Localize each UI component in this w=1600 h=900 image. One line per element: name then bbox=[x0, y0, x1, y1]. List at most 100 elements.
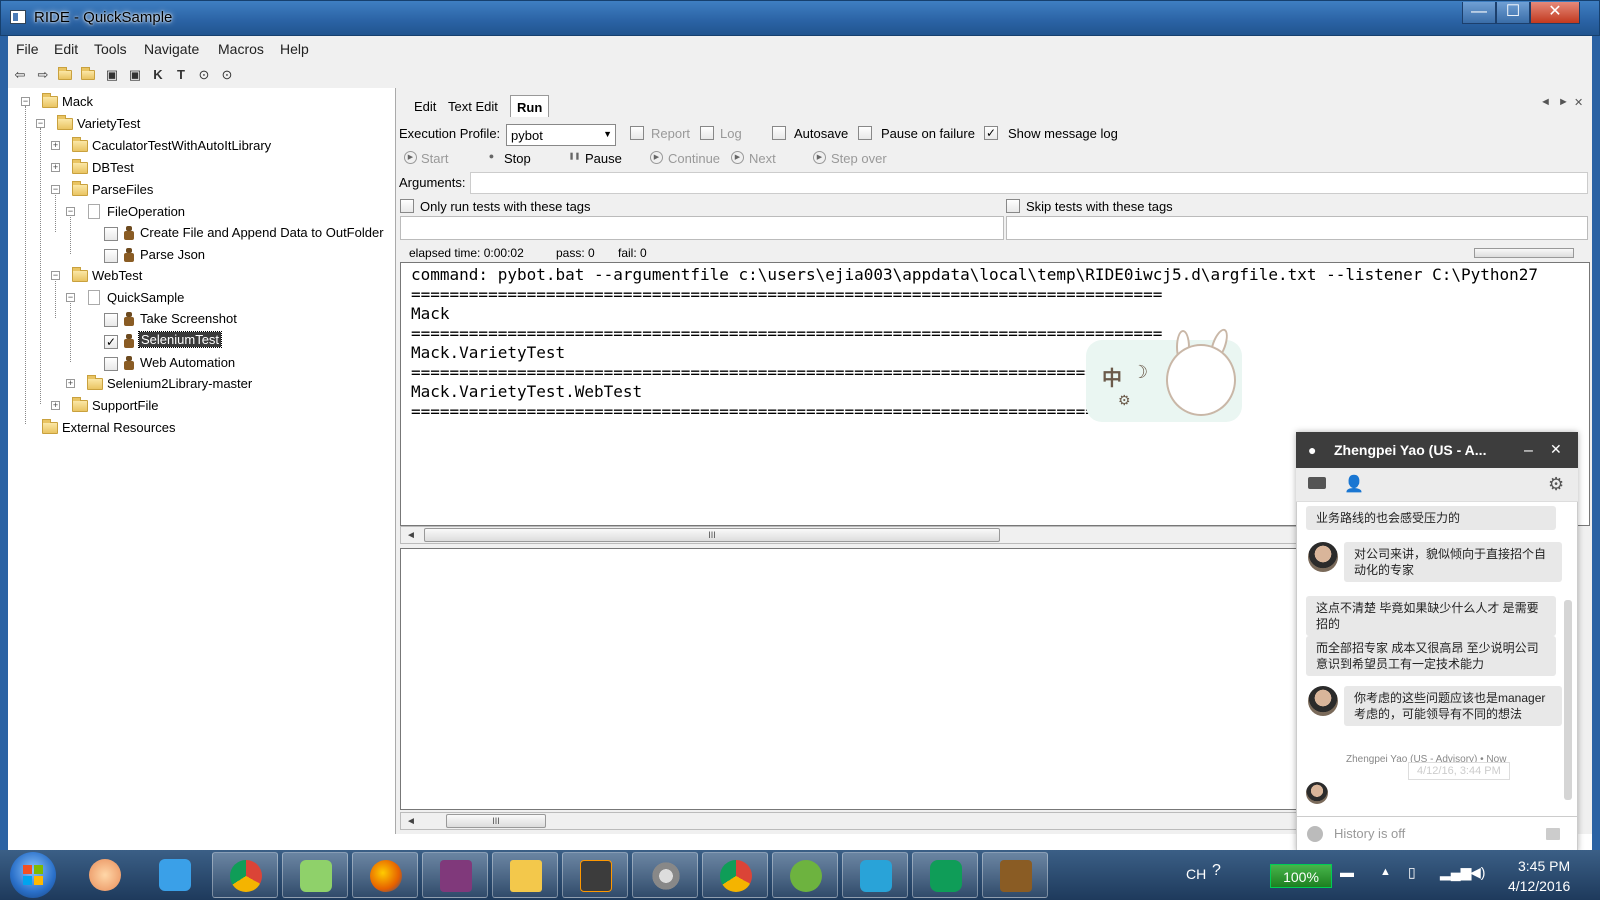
test-checkbox-create-file[interactable] bbox=[104, 227, 118, 241]
tree-node-selenium2library[interactable]: Selenium2Library-master bbox=[107, 376, 252, 391]
tree-node-fileoperation[interactable]: FileOperation bbox=[107, 204, 185, 219]
pause-on-failure-checkbox[interactable] bbox=[858, 126, 872, 140]
scroll-left-icon[interactable]: ◄ bbox=[406, 816, 416, 827]
taskbar-flower-app[interactable] bbox=[72, 852, 138, 898]
device-icon[interactable]: ▯ bbox=[1408, 864, 1416, 881]
chat-scrollbar[interactable] bbox=[1564, 600, 1572, 800]
tab-next-icon[interactable]: ► bbox=[1558, 96, 1569, 108]
test-checkbox-seleniumtest[interactable]: ✓ bbox=[104, 335, 118, 349]
taskbar-settings[interactable] bbox=[632, 852, 698, 898]
taskbar-network[interactable] bbox=[842, 852, 908, 898]
execution-profile-select[interactable]: pybot bbox=[506, 124, 616, 146]
pause-button[interactable]: Pause bbox=[585, 151, 622, 166]
menu-help[interactable]: Help bbox=[280, 41, 309, 57]
taskbar-firefox[interactable] bbox=[352, 852, 418, 898]
show-message-log-checkbox[interactable]: ✓ bbox=[984, 126, 998, 140]
test-checkbox-web-automation[interactable] bbox=[104, 357, 118, 371]
save-all-icon[interactable]: ▣ bbox=[127, 67, 143, 83]
stop-button[interactable]: Stop bbox=[504, 151, 531, 166]
taskbar-onenote[interactable] bbox=[422, 852, 488, 898]
emoji-icon[interactable] bbox=[1307, 826, 1323, 842]
taskbar-keyboard[interactable] bbox=[282, 852, 348, 898]
tree-node-parse-json[interactable]: Parse Json bbox=[140, 247, 205, 262]
help-icon[interactable]: ? bbox=[1212, 862, 1221, 880]
tab-run[interactable]: Run bbox=[510, 95, 550, 117]
tree-node-take-screenshot[interactable]: Take Screenshot bbox=[140, 311, 237, 326]
log-button[interactable]: Log bbox=[720, 126, 742, 141]
tree-node-seleniumtest[interactable]: SeleniumTest bbox=[137, 331, 223, 348]
scroll-left-icon[interactable]: ◄ bbox=[406, 530, 416, 541]
chat-minimize-icon[interactable]: – bbox=[1524, 442, 1533, 460]
exclude-tags-input[interactable] bbox=[1006, 216, 1588, 240]
autosave-checkbox[interactable] bbox=[772, 126, 786, 140]
taskbar-file-explorer[interactable] bbox=[492, 852, 558, 898]
test-checkbox-take-screenshot[interactable] bbox=[104, 313, 118, 327]
save-icon[interactable]: ▣ bbox=[104, 67, 120, 83]
taskbar-sublime[interactable] bbox=[562, 852, 628, 898]
test-checkbox-parse-json[interactable] bbox=[104, 249, 118, 263]
battery-indicator[interactable]: 100% bbox=[1270, 864, 1332, 888]
tree-node-quicksample[interactable]: QuickSample bbox=[107, 290, 184, 305]
arguments-input[interactable] bbox=[470, 172, 1588, 194]
power-plug-icon[interactable]: ▬ bbox=[1340, 864, 1354, 880]
tree-node-dbtest[interactable]: DBTest bbox=[92, 160, 134, 175]
show-hidden-icons[interactable]: ▲ bbox=[1380, 866, 1391, 878]
back-icon[interactable]: ⇦ bbox=[12, 67, 28, 83]
ime-gear-icon[interactable]: ⚙ bbox=[1118, 392, 1131, 409]
taskbar-spring[interactable] bbox=[772, 852, 838, 898]
attach-image-icon[interactable] bbox=[1546, 828, 1560, 840]
run-icon[interactable]: ⊙ bbox=[196, 67, 212, 83]
chat-input-placeholder[interactable]: History is off bbox=[1334, 826, 1405, 841]
tab-edit[interactable]: Edit bbox=[408, 95, 442, 117]
minimize-button[interactable]: — bbox=[1462, 2, 1496, 24]
menu-edit[interactable]: Edit bbox=[54, 41, 78, 57]
open-directory-icon[interactable] bbox=[81, 67, 97, 83]
tree-node-varietytest[interactable]: VarietyTest bbox=[77, 116, 140, 131]
chat-settings-icon[interactable]: ⚙ bbox=[1548, 474, 1564, 495]
message-log[interactable] bbox=[400, 548, 1300, 810]
clock-time[interactable]: 3:45 PM bbox=[1518, 858, 1570, 874]
skip-tags-checkbox[interactable] bbox=[1006, 199, 1020, 213]
open-suite-icon[interactable] bbox=[58, 67, 74, 83]
taskbar-hangouts[interactable] bbox=[912, 852, 978, 898]
report-button[interactable]: Report bbox=[651, 126, 690, 141]
menu-navigate[interactable]: Navigate bbox=[144, 41, 199, 57]
tree-node-calculator[interactable]: CaculatorTestWithAutoItLibrary bbox=[92, 138, 271, 153]
close-button[interactable]: ✕ bbox=[1530, 2, 1580, 24]
chat-close-icon[interactable]: ✕ bbox=[1550, 441, 1562, 458]
tree-node-supportfile[interactable]: SupportFile bbox=[92, 398, 158, 413]
taskbar-chrome-canary[interactable] bbox=[702, 852, 768, 898]
taskbar-qq[interactable] bbox=[142, 852, 208, 898]
add-person-icon[interactable]: 👤 bbox=[1344, 474, 1364, 494]
tree-node-webtest[interactable]: WebTest bbox=[92, 268, 142, 283]
include-tags-input[interactable] bbox=[400, 216, 1004, 240]
search-keywords-icon[interactable]: K bbox=[150, 67, 166, 83]
tree-node-web-automation[interactable]: Web Automation bbox=[140, 355, 235, 370]
tree-node-parsefiles[interactable]: ParseFiles bbox=[92, 182, 153, 197]
test-suite-tree[interactable]: − Mack − VarietyTest + CaculatorTestWith… bbox=[8, 88, 396, 834]
forward-icon[interactable]: ⇨ bbox=[35, 67, 51, 83]
step-over-button[interactable]: Step over bbox=[831, 151, 887, 166]
language-indicator[interactable]: CH bbox=[1186, 866, 1206, 882]
ime-chinese-mode[interactable]: 中 bbox=[1102, 362, 1122, 391]
start-button[interactable]: Start bbox=[421, 151, 448, 166]
volume-icon[interactable]: ◀) bbox=[1470, 864, 1485, 881]
only-run-tags-checkbox[interactable] bbox=[400, 199, 414, 213]
menu-macros[interactable]: Macros bbox=[218, 41, 264, 57]
continue-button[interactable]: Continue bbox=[668, 151, 720, 166]
tree-node-mack[interactable]: Mack bbox=[62, 94, 93, 109]
maximize-button[interactable]: ☐ bbox=[1496, 2, 1530, 24]
menu-tools[interactable]: Tools bbox=[94, 41, 127, 57]
video-call-icon[interactable] bbox=[1308, 477, 1326, 489]
signal-icon[interactable]: ▂▄▆ bbox=[1440, 864, 1471, 881]
menu-file[interactable]: File bbox=[16, 41, 39, 57]
tab-prev-icon[interactable]: ◄ bbox=[1540, 96, 1551, 108]
next-button[interactable]: Next bbox=[749, 151, 776, 166]
taskbar-chrome[interactable] bbox=[212, 852, 278, 898]
console-scroll-thumb[interactable]: III bbox=[424, 528, 1000, 542]
taskbar-ride[interactable] bbox=[982, 852, 1048, 898]
tab-close-icon[interactable]: ✕ bbox=[1574, 96, 1583, 109]
tree-node-external-resources[interactable]: External Resources bbox=[62, 420, 175, 435]
clock-date[interactable]: 4/12/2016 bbox=[1508, 878, 1570, 894]
chat-contact-name[interactable]: Zhengpei Yao (US - A... bbox=[1334, 442, 1486, 458]
